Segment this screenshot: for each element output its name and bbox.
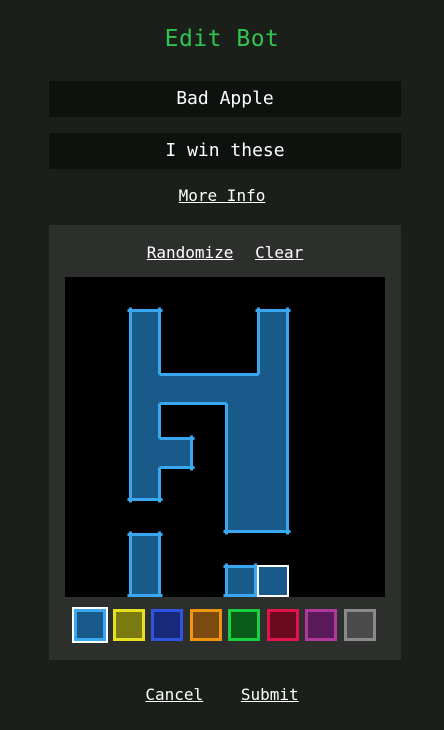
sprite-cell[interactable] bbox=[257, 437, 289, 469]
sprite-cell[interactable] bbox=[257, 501, 289, 533]
sprite-cell[interactable] bbox=[129, 469, 161, 501]
color-swatch-crimson[interactable] bbox=[266, 609, 299, 641]
sprite-cell[interactable] bbox=[225, 437, 257, 469]
cancel-button[interactable]: Cancel bbox=[145, 685, 203, 704]
color-swatch-orange[interactable] bbox=[189, 609, 222, 641]
bot-tagline-input[interactable]: I win these bbox=[49, 133, 401, 169]
sprite-cell[interactable] bbox=[129, 309, 161, 341]
sprite-cell[interactable] bbox=[257, 341, 289, 373]
sprite-cell[interactable] bbox=[225, 501, 257, 533]
sprite-canvas[interactable] bbox=[65, 277, 385, 597]
sprite-cell[interactable] bbox=[225, 565, 257, 597]
cursor-cell[interactable] bbox=[257, 565, 289, 597]
sprite-cell[interactable] bbox=[129, 533, 161, 565]
sprite-cell[interactable] bbox=[129, 373, 161, 405]
sprite-cell[interactable] bbox=[257, 373, 289, 405]
editor-actions: Randomize Clear bbox=[49, 243, 401, 262]
more-info-row: More Info bbox=[0, 186, 444, 205]
sprite-cell[interactable] bbox=[225, 405, 257, 437]
sprite-cell[interactable] bbox=[129, 437, 161, 469]
color-swatch-yellow[interactable] bbox=[112, 609, 145, 641]
form-actions: Cancel Submit bbox=[0, 685, 444, 704]
sprite-cell[interactable] bbox=[257, 469, 289, 501]
color-swatch-green[interactable] bbox=[228, 609, 260, 641]
sprite-cell[interactable] bbox=[129, 341, 161, 373]
sprite-editor-panel: Randomize Clear bbox=[49, 225, 401, 660]
color-swatch-navy[interactable] bbox=[151, 609, 183, 641]
sprite-cell[interactable] bbox=[193, 373, 225, 405]
page-title: Edit Bot bbox=[164, 26, 280, 52]
sprite-cell[interactable] bbox=[225, 469, 257, 501]
color-swatch-blue[interactable] bbox=[72, 607, 108, 643]
clear-button[interactable]: Clear bbox=[255, 243, 303, 262]
sprite-cell[interactable] bbox=[257, 309, 289, 341]
sprite-cell[interactable] bbox=[161, 373, 193, 405]
sprite-cell[interactable] bbox=[257, 405, 289, 437]
randomize-button[interactable]: Randomize bbox=[147, 243, 234, 262]
submit-button[interactable]: Submit bbox=[241, 685, 299, 704]
sprite-cell[interactable] bbox=[129, 565, 161, 597]
sprite-cell[interactable] bbox=[225, 373, 257, 405]
sprite-cell[interactable] bbox=[161, 437, 193, 469]
color-swatch-purple[interactable] bbox=[305, 609, 337, 641]
color-palette bbox=[72, 607, 376, 643]
more-info-link[interactable]: More Info bbox=[179, 186, 266, 205]
sprite-cell[interactable] bbox=[129, 405, 161, 437]
color-swatch-gray[interactable] bbox=[343, 609, 376, 641]
bot-name-input[interactable]: Bad Apple bbox=[49, 81, 401, 117]
